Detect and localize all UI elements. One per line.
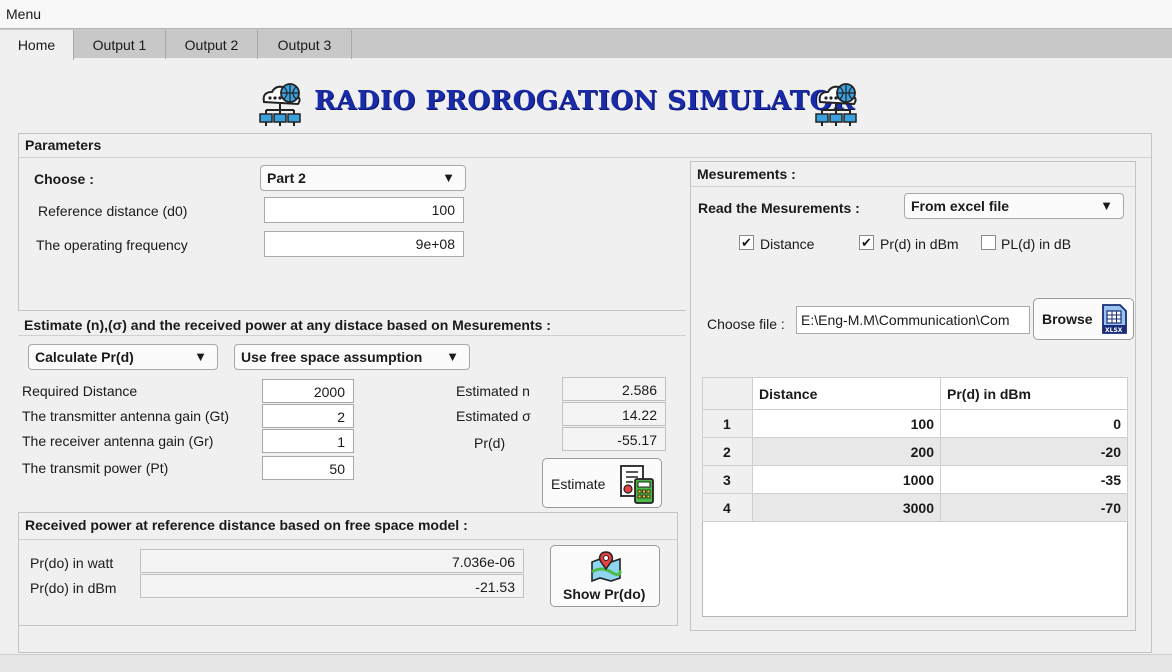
checkmark-icon: ✔ [741, 235, 752, 250]
calc-mode-value: Calculate Pr(d) [35, 349, 134, 365]
row-index: 2 [702, 437, 753, 466]
menu-item-menu[interactable]: Menu [6, 6, 41, 22]
prd-checkbox[interactable]: ✔ [859, 235, 874, 250]
cell-distance[interactable]: 200 [752, 437, 941, 466]
source-select-value: From excel file [911, 198, 1010, 214]
divider [19, 157, 1151, 158]
pl-checkbox[interactable] [981, 235, 996, 250]
choose-file-label: Choose file : [707, 316, 785, 332]
pr-dbm-output: -21.53 [140, 574, 524, 598]
frequency-input[interactable]: 9e+08 [264, 231, 464, 257]
tab-output-1[interactable]: Output 1 [74, 30, 166, 59]
source-select[interactable]: From excel file ▼ [904, 193, 1124, 219]
browse-button[interactable]: Browse XLSX [1033, 298, 1134, 340]
part-select-value: Part 2 [267, 170, 306, 186]
estimated-n-label: Estimated n [456, 383, 530, 399]
dropdown-arrow-icon: ▼ [1100, 198, 1113, 213]
table-row[interactable]: 3 1000 -35 [702, 465, 1128, 494]
dropdown-arrow-icon: ▼ [446, 349, 459, 364]
parameters-title: Parameters [25, 137, 102, 153]
distance-checkbox-label: Distance [760, 236, 815, 252]
checkmark-icon: ✔ [861, 235, 872, 250]
estimated-sigma-output: 14.22 [562, 402, 666, 426]
cell-prd[interactable]: -35 [940, 465, 1128, 494]
pr-watt-output: 7.036e-06 [140, 549, 524, 573]
tab-output-2[interactable]: Output 2 [166, 30, 258, 59]
part-select[interactable]: Part 2 ▼ [260, 165, 466, 191]
distance-checkbox[interactable]: ✔ [739, 235, 754, 250]
gr-input[interactable]: 1 [262, 429, 354, 453]
divider [691, 186, 1135, 187]
calc-mode-select[interactable]: Calculate Pr(d) ▼ [28, 344, 218, 370]
prd-label: Pr(d) [474, 435, 506, 451]
estimated-n-output: 2.586 [562, 377, 666, 401]
table-header-index [702, 377, 753, 410]
row-index: 1 [702, 409, 753, 438]
pr-watt-label: Pr(do) in watt [30, 555, 114, 571]
file-path-input[interactable]: E:\Eng-M.M\Communication\Com [796, 306, 1030, 334]
dropdown-arrow-icon: ▼ [442, 170, 455, 185]
read-measurements-label: Read the Mesurements : [698, 200, 860, 216]
show-prdo-label: Show Pr(do) [563, 586, 646, 602]
ref-distance-input[interactable]: 100 [264, 197, 464, 223]
ref-distance-label: Reference distance (d0) [38, 203, 188, 219]
cell-prd[interactable]: -70 [940, 493, 1128, 522]
menu-bar: Menu [0, 0, 1172, 28]
show-prdo-button[interactable]: Show Pr(do) [550, 545, 660, 607]
row-index: 3 [702, 465, 753, 494]
table-row[interactable]: 2 200 -20 [702, 437, 1128, 466]
assumption-select[interactable]: Use free space assumption ▼ [234, 344, 470, 370]
cell-distance[interactable]: 3000 [752, 493, 941, 522]
table-header-prd[interactable]: Pr(d) in dBm [940, 377, 1128, 410]
table-header-distance[interactable]: Distance [752, 377, 941, 410]
app-title-banner: RADIO PROROGATION SIMULATOR [0, 78, 1172, 128]
gt-label: The transmitter antenna gain (Gt) [22, 408, 229, 424]
map-pin-icon [591, 551, 622, 582]
gr-label: The receiver antenna gain (Gr) [22, 433, 214, 449]
estimate-button-label: Estimate [551, 476, 606, 492]
assumption-value: Use free space assumption [241, 349, 423, 365]
measurements-table: Distance Pr(d) in dBm 1 100 0 2 200 -20 … [702, 377, 1128, 522]
dropdown-arrow-icon: ▼ [194, 349, 207, 364]
status-bar [0, 654, 1172, 672]
frequency-label: The operating frequency [36, 237, 188, 253]
estimate-title: Estimate (n),(σ) and the received power … [24, 317, 551, 333]
estimated-sigma-label: Estimated σ [456, 408, 531, 424]
divider [19, 539, 677, 540]
estimate-button[interactable]: Estimate [542, 458, 662, 508]
pr-dbm-label: Pr(do) in dBm [30, 580, 117, 596]
network-globe-icon [259, 83, 301, 126]
tab-output-3[interactable]: Output 3 [258, 30, 352, 59]
cell-prd[interactable]: 0 [940, 409, 1128, 438]
network-globe-icon [815, 83, 857, 126]
table-header-row: Distance Pr(d) in dBm [702, 377, 1128, 410]
table-row[interactable]: 1 100 0 [702, 409, 1128, 438]
required-distance-input[interactable]: 2000 [262, 379, 354, 403]
app-title: RADIO PROROGATION SIMULATOR [314, 86, 855, 116]
required-distance-label: Required Distance [22, 383, 138, 399]
tab-home[interactable]: Home [0, 30, 74, 60]
cell-distance[interactable]: 100 [752, 409, 941, 438]
estimate-calculator-icon [620, 465, 654, 504]
tab-bar: Home Output 1 Output 2 Output 3 [0, 28, 1172, 60]
divider [18, 335, 686, 336]
pl-checkbox-label: PL(d) in dB [1001, 236, 1072, 252]
pt-label: The transmit power (Pt) [22, 460, 169, 476]
received-power-title: Received power at reference distance bas… [25, 517, 468, 533]
row-index: 4 [702, 493, 753, 522]
pt-input[interactable]: 50 [262, 456, 354, 480]
prd-checkbox-label: Pr(d) in dBm [880, 236, 959, 252]
gt-input[interactable]: 2 [262, 404, 354, 428]
prd-output: -55.17 [562, 427, 666, 451]
table-row[interactable]: 4 3000 -70 [702, 493, 1128, 522]
browse-button-label: Browse [1042, 311, 1093, 327]
xlsx-badge: XLSX [1105, 327, 1123, 334]
choose-label: Choose : [34, 171, 94, 187]
measurements-title: Mesurements : [697, 166, 796, 182]
cell-distance[interactable]: 1000 [752, 465, 941, 494]
cell-prd[interactable]: -20 [940, 437, 1128, 466]
